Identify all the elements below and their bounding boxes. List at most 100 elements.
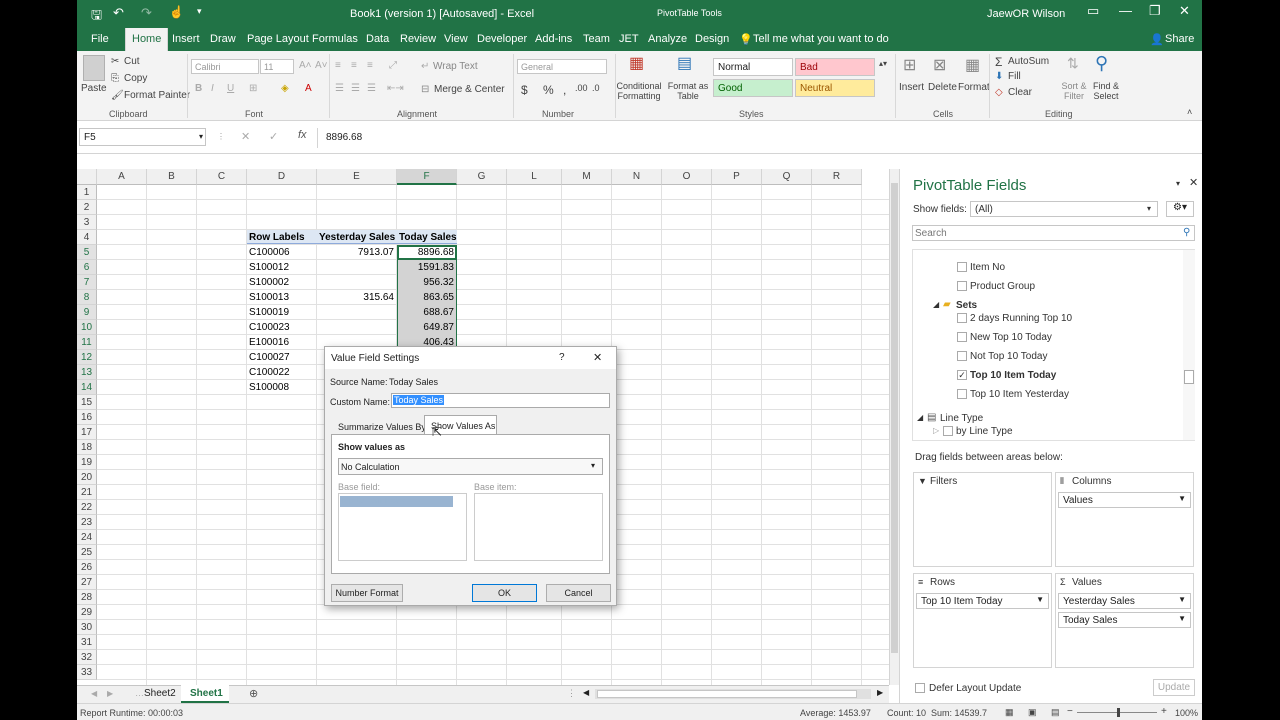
row-header-14[interactable]: 14 xyxy=(77,380,97,395)
format-painter-button[interactable]: Format Painter xyxy=(124,90,190,101)
conditional-formatting-icon[interactable]: ▦ xyxy=(629,53,644,73)
column-header-c[interactable]: C xyxy=(197,169,247,185)
percent-icon[interactable]: % xyxy=(543,83,554,97)
pivot-cell[interactable]: 956.32 xyxy=(399,277,454,288)
page-break-view-icon[interactable]: ▤ xyxy=(1051,707,1060,718)
row-header-32[interactable]: 32 xyxy=(77,650,97,665)
style-good[interactable]: Good xyxy=(713,79,793,97)
pivot-cell[interactable]: S100002 xyxy=(249,277,314,288)
column-header-l[interactable]: L xyxy=(507,169,562,185)
pivot-header-cell[interactable]: Today Sales xyxy=(399,232,457,243)
calculation-dropdown[interactable]: No Calculation ▾ xyxy=(338,458,603,475)
tab-home[interactable]: Home xyxy=(125,28,169,51)
italic-icon[interactable]: I xyxy=(211,83,214,94)
pivot-cell[interactable]: 315.64 xyxy=(319,292,394,303)
bold-icon[interactable]: B xyxy=(195,83,202,94)
field-item-no[interactable]: Item No xyxy=(970,262,1005,273)
delete-cells-icon[interactable]: ⊠ xyxy=(933,55,946,75)
row-header-31[interactable]: 31 xyxy=(77,635,97,650)
zoom-slider-thumb[interactable] xyxy=(1117,708,1120,717)
styles-scroll-icon[interactable]: ▴▾ xyxy=(879,59,887,68)
sheet-tab-sheet1[interactable]: Sheet1 xyxy=(190,688,223,699)
fill-button[interactable]: Fill xyxy=(1008,71,1021,82)
align-left-icon[interactable]: ☰ xyxy=(335,83,344,94)
pivot-cell[interactable]: C100023 xyxy=(249,322,314,333)
field-search-input[interactable]: Search ⚲ xyxy=(912,225,1195,241)
undo-icon[interactable]: ↶ xyxy=(113,5,124,21)
cut-button[interactable]: Cut xyxy=(124,56,140,67)
horizontal-scrollbar[interactable] xyxy=(595,689,871,699)
row-header-20[interactable]: 20 xyxy=(77,470,97,485)
copy-button[interactable]: Copy xyxy=(124,73,147,84)
row-header-13[interactable]: 13 xyxy=(77,365,97,380)
copy-icon[interactable]: ⎘ xyxy=(111,73,119,84)
rows-field-top10[interactable]: Top 10 Item Today ▼ xyxy=(916,593,1049,609)
base-item-list[interactable] xyxy=(474,493,603,561)
row-header-2[interactable]: 2 xyxy=(77,200,97,215)
select-all-corner[interactable] xyxy=(77,169,97,185)
merge-icon[interactable]: ⊟ xyxy=(421,84,429,95)
tab-insert[interactable]: Insert xyxy=(172,33,200,45)
insert-function-icon[interactable]: fx xyxy=(298,129,307,141)
tab-team[interactable]: Team xyxy=(583,33,610,45)
row-header-12[interactable]: 12 xyxy=(77,350,97,365)
zoom-out-icon[interactable]: − xyxy=(1067,706,1073,717)
column-header-n[interactable]: N xyxy=(612,169,662,185)
find-icon[interactable]: ⚲ xyxy=(1095,53,1108,74)
confirm-entry-icon[interactable]: ✓ xyxy=(269,130,278,143)
tab-split-icon[interactable]: ⋮ xyxy=(567,688,576,699)
set-item[interactable]: New Top 10 Today xyxy=(970,332,1052,343)
pivot-cell[interactable]: S100012 xyxy=(249,262,314,273)
defer-update-checkbox[interactable] xyxy=(915,683,925,693)
gear-icon[interactable]: ⚙▾ xyxy=(1166,201,1194,217)
values-field-yesterday[interactable]: Yesterday Sales ▼ xyxy=(1058,593,1191,609)
share-button[interactable]: Share xyxy=(1165,33,1194,45)
align-top-icon[interactable]: ≡ xyxy=(335,60,341,71)
column-header-d[interactable]: D xyxy=(247,169,317,185)
format-cells-icon[interactable]: ▦ xyxy=(965,55,980,75)
tab-analyze[interactable]: Analyze xyxy=(648,33,687,45)
minimize-icon[interactable]: — xyxy=(1119,3,1132,18)
row-header-8[interactable]: 8 xyxy=(77,290,97,305)
row-header-18[interactable]: 18 xyxy=(77,440,97,455)
pivot-cell[interactable]: C100022 xyxy=(249,367,314,378)
pivot-cell[interactable]: S100019 xyxy=(249,307,314,318)
tab-developer[interactable]: Developer xyxy=(477,33,527,45)
align-middle-icon[interactable]: ≡ xyxy=(351,60,357,71)
font-name-box[interactable]: Calibri xyxy=(191,59,259,74)
align-center-icon[interactable]: ☰ xyxy=(351,83,360,94)
new-sheet-icon[interactable]: ⊕ xyxy=(249,687,258,700)
checkbox-set-4-checked[interactable]: ✓ xyxy=(957,370,967,380)
tab-add-ins[interactable]: Add-ins xyxy=(535,33,572,45)
checkbox-set-2[interactable] xyxy=(957,332,967,342)
column-header-p[interactable]: P xyxy=(712,169,762,185)
tab-jet[interactable]: JET xyxy=(619,33,639,45)
row-header-10[interactable]: 10 xyxy=(77,320,97,335)
checkbox-set-3[interactable] xyxy=(957,351,967,361)
normal-view-icon[interactable]: ▦ xyxy=(1005,707,1014,718)
pivot-cell[interactable]: 7913.07 xyxy=(319,247,394,258)
filters-area[interactable]: ▼ Filters xyxy=(913,472,1052,567)
font-color-icon[interactable]: A xyxy=(305,83,312,94)
autosum-button[interactable]: AutoSum xyxy=(1008,56,1049,67)
row-header-3[interactable]: 3 xyxy=(77,215,97,230)
pane-close-icon[interactable]: ✕ xyxy=(1189,176,1198,189)
row-header-23[interactable]: 23 xyxy=(77,515,97,530)
clear-button[interactable]: Clear xyxy=(1008,87,1032,98)
set-item[interactable]: Top 10 Item Yesterday xyxy=(970,389,1069,400)
checkbox-by-line-type[interactable] xyxy=(943,426,953,436)
sort-filter-button[interactable]: Sort & Filter xyxy=(1057,81,1091,101)
ok-button[interactable]: OK xyxy=(472,584,537,602)
base-field-selected[interactable]: Top 10 Item Today xyxy=(340,496,453,507)
tab-review[interactable]: Review xyxy=(400,33,436,45)
sheet-tab-sheet2[interactable]: Sheet2 xyxy=(144,688,176,699)
number-format-box[interactable]: General xyxy=(517,59,607,74)
row-header-17[interactable]: 17 xyxy=(77,425,97,440)
cut-icon[interactable]: ✂ xyxy=(111,56,119,67)
pivot-header-cell[interactable]: Row Labels xyxy=(249,232,314,243)
font-size-box[interactable]: 11 xyxy=(260,59,294,74)
cancel-entry-icon[interactable]: ✕ xyxy=(241,130,250,143)
collapse-icon[interactable]: ◢ xyxy=(933,300,939,309)
rows-area[interactable]: ≡ Rows Top 10 Item Today ▼ xyxy=(913,573,1052,668)
row-header-16[interactable]: 16 xyxy=(77,410,97,425)
